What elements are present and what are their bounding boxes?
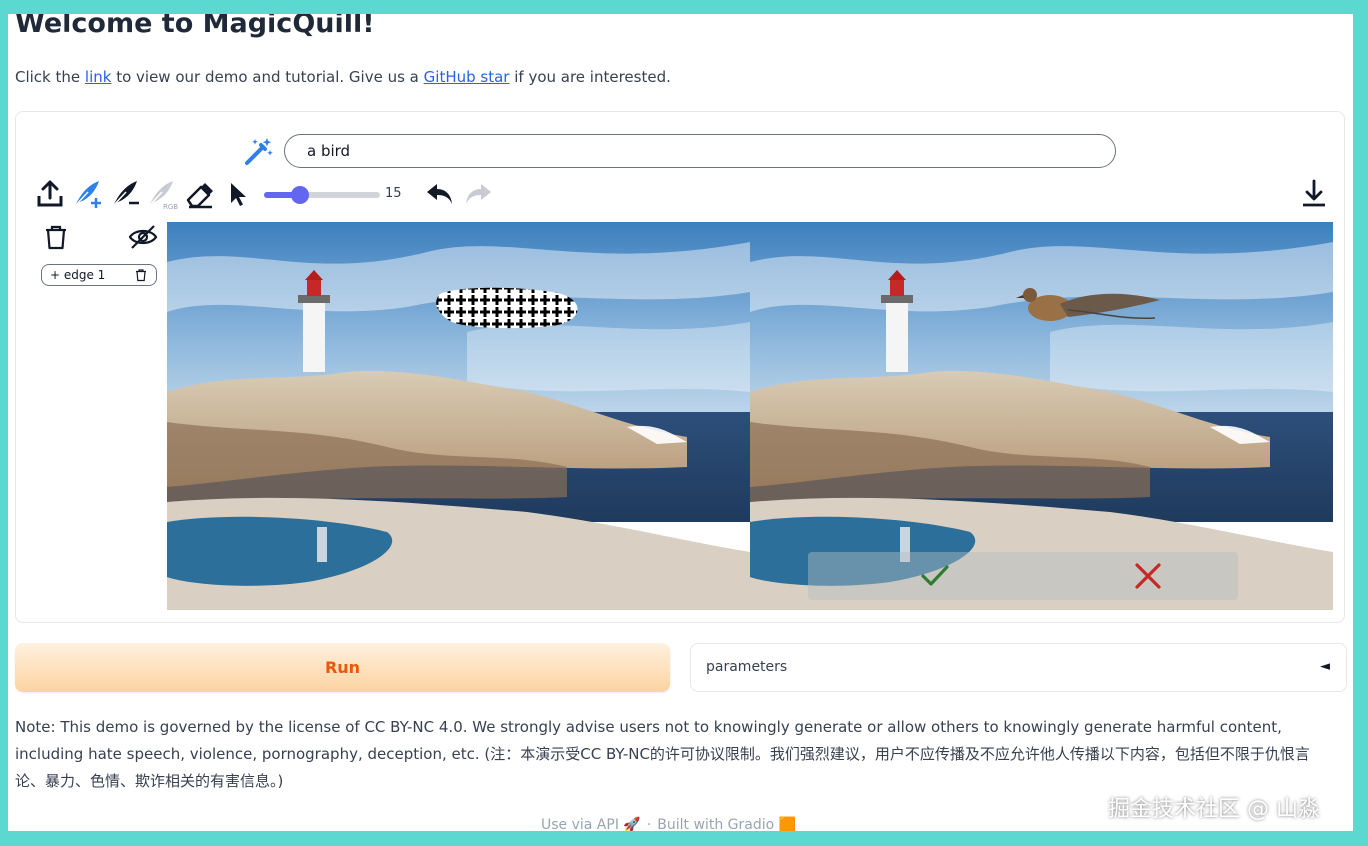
- run-button[interactable]: Run: [15, 643, 670, 692]
- editor-panel: RGB 15: [15, 111, 1345, 623]
- built-with-gradio-link[interactable]: Built with Gradio 🟧: [657, 817, 796, 831]
- result-review-bar: [808, 552, 1238, 600]
- intro-before-link: Click the: [15, 68, 85, 86]
- app-page: Welcome to MagicQuill! Click the link to…: [8, 14, 1353, 831]
- prompt-input[interactable]: [284, 134, 1116, 168]
- color-brush-icon[interactable]: RGB: [146, 178, 178, 211]
- undo-icon[interactable]: [424, 178, 456, 210]
- chevron-left-icon: ◄: [1320, 659, 1330, 674]
- use-via-api-link[interactable]: Use via API 🚀: [541, 817, 641, 831]
- editor-toolbar: RGB 15: [16, 178, 1344, 214]
- brush-size-slider[interactable]: [264, 186, 380, 204]
- brush-size-value: 15: [385, 186, 402, 201]
- input-canvas[interactable]: [167, 222, 750, 610]
- parameters-label: parameters: [706, 659, 788, 675]
- svg-text:RGB: RGB: [163, 203, 178, 210]
- eraser-icon[interactable]: [184, 178, 216, 210]
- redo-icon[interactable]: [462, 178, 494, 210]
- intro-middle: to view our demo and tutorial. Give us a: [111, 68, 424, 86]
- github-star-link[interactable]: GitHub star: [424, 68, 510, 86]
- download-icon[interactable]: [1298, 178, 1330, 210]
- watermark: 掘金技术社区 @ 山淼: [1108, 797, 1320, 822]
- cursor-icon[interactable]: [222, 178, 254, 210]
- parameters-accordion[interactable]: parameters ◄: [690, 643, 1347, 692]
- page-title: Welcome to MagicQuill!: [15, 14, 375, 39]
- footer-separator: ·: [646, 817, 652, 831]
- intro-after: if you are interested.: [509, 68, 671, 86]
- check-icon[interactable]: [920, 561, 950, 591]
- subtract-brush-icon[interactable]: [110, 178, 142, 210]
- layer-chip-edge-1[interactable]: + edge 1: [41, 264, 157, 286]
- magic-wand-icon[interactable]: [243, 135, 275, 167]
- close-icon[interactable]: [1133, 561, 1163, 591]
- trash-icon[interactable]: [42, 223, 70, 251]
- license-note: Note: This demo is governed by the licen…: [15, 718, 1310, 790]
- trash-icon[interactable]: [134, 268, 148, 282]
- add-brush-icon[interactable]: [72, 178, 104, 210]
- layer-chip-label: + edge 1: [50, 268, 106, 282]
- slider-knob[interactable]: [290, 186, 309, 204]
- eye-off-icon[interactable]: [128, 223, 158, 251]
- intro-text: Click the link to view our demo and tuto…: [15, 68, 671, 86]
- footer: Use via API 🚀 · Built with Gradio 🟧: [541, 817, 796, 831]
- output-canvas[interactable]: [750, 222, 1333, 610]
- tutorial-link[interactable]: link: [85, 68, 112, 86]
- upload-icon[interactable]: [34, 178, 66, 210]
- canvas-area: [167, 222, 1333, 610]
